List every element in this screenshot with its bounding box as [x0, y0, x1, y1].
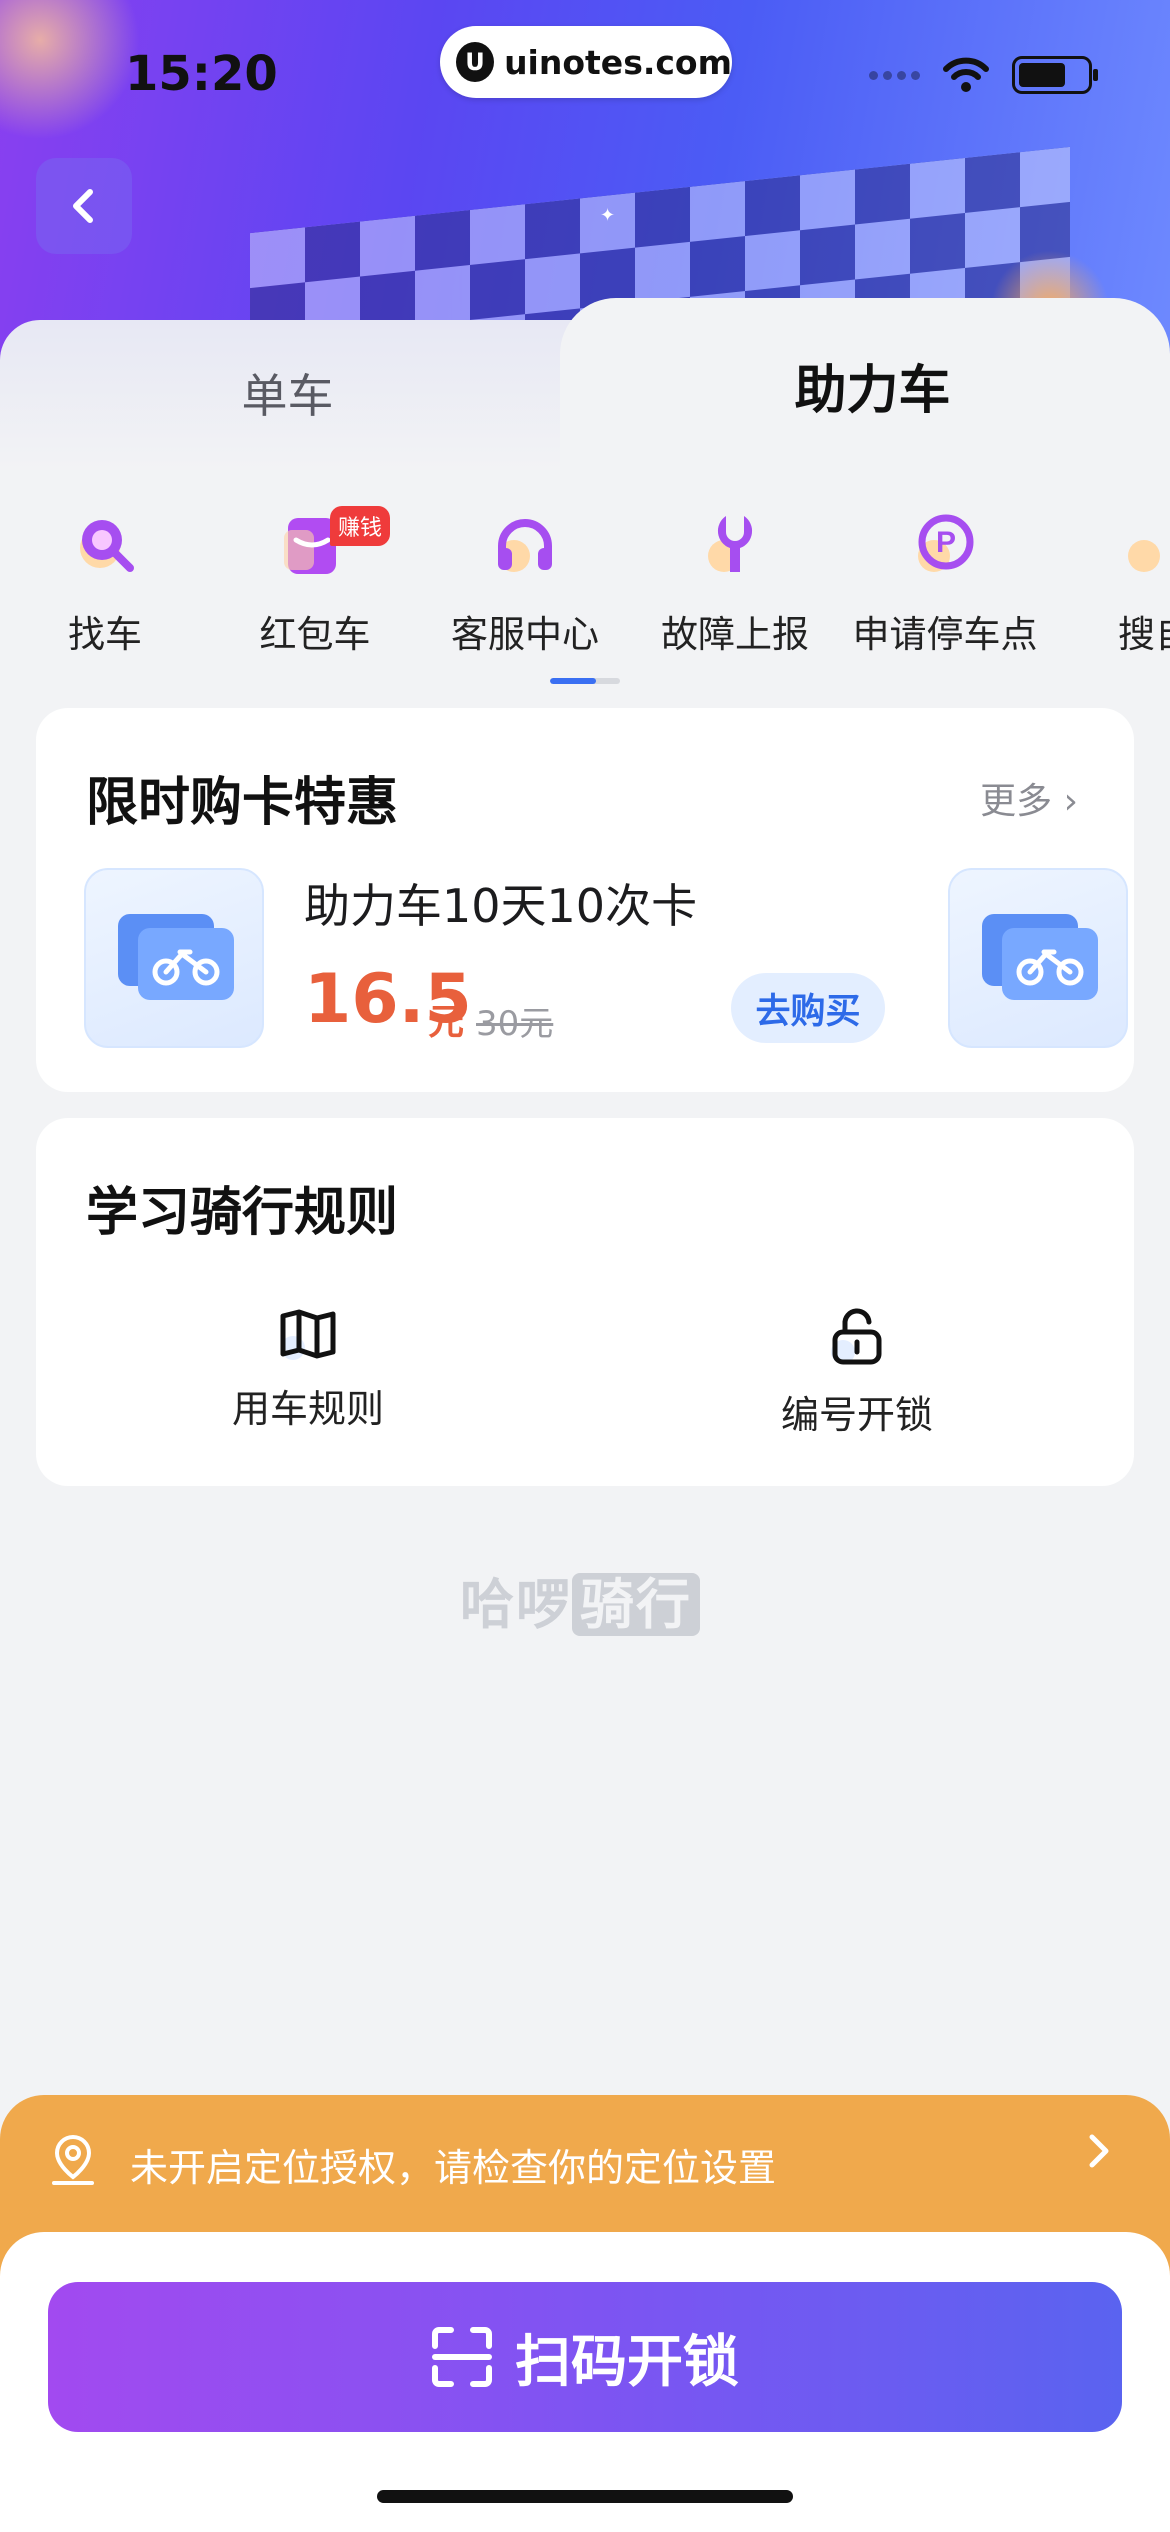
buy-button[interactable]: 去购买: [731, 973, 885, 1043]
quick-menu: 找车 赚钱 红包车 客服中心 故障上报 P 申请停车点 搜: [0, 500, 1170, 690]
map-icon: [280, 1309, 336, 1360]
bottom-sheet: 扫码开锁: [0, 2232, 1170, 2532]
price-unit: 元: [428, 1002, 465, 1043]
bike-card-icon: [138, 928, 234, 1000]
rules-card: 学习骑行规则 用车规则 编号开锁: [36, 1118, 1134, 1486]
chevron-right-icon: ›: [1063, 781, 1078, 822]
headset-icon: [490, 510, 560, 580]
earn-badge: 赚钱: [330, 506, 391, 546]
status-time: 15:20: [125, 46, 278, 102]
chevron-left-icon: [73, 189, 93, 223]
sparkle-icon: ✦: [600, 205, 616, 226]
back-button[interactable]: [36, 158, 132, 254]
rules-card-title: 学习骑行规则: [86, 1183, 399, 1243]
parking-icon: P: [910, 510, 980, 580]
next-product-image[interactable]: [948, 868, 1128, 1048]
product-name: 助力车10天10次卡: [304, 879, 698, 933]
quick-item-customer-service[interactable]: 客服中心: [420, 500, 630, 690]
page: ✦ 15:20 U uinotes.com 单车 助力车 找车 赚钱 红包车 客…: [0, 0, 1170, 2532]
more-link[interactable]: 更多 ›: [980, 772, 1078, 824]
battery-icon: [1012, 56, 1098, 94]
partial-icon: [1120, 510, 1170, 580]
original-price: 30元: [476, 1004, 554, 1044]
url-text: uinotes.com: [504, 42, 732, 82]
wifi-icon: [943, 57, 989, 92]
promo-card-title: 限时购卡特惠: [86, 773, 399, 833]
quick-item-report-fault[interactable]: 故障上报: [630, 500, 840, 690]
unlock-icon: [831, 1308, 882, 1365]
tab-ebike-label[interactable]: 助力车: [575, 348, 1170, 423]
svg-text:P: P: [936, 526, 956, 559]
scan-unlock-label: 扫码开锁: [515, 2329, 739, 2395]
url-pill[interactable]: U uinotes.com: [440, 26, 732, 98]
scan-unlock-button[interactable]: 扫码开锁: [48, 2282, 1122, 2432]
red-envelope-icon: 赚钱: [280, 506, 391, 580]
chevron-right-icon: [1084, 2131, 1112, 2182]
site-logo-icon: U: [456, 42, 495, 82]
location-pin-icon: [48, 2133, 98, 2193]
riding-rules-item[interactable]: 用车规则: [158, 1308, 458, 1433]
quick-item-red-envelope[interactable]: 赚钱 红包车: [210, 500, 420, 690]
quick-item-parking[interactable]: P 申请停车点: [840, 500, 1050, 690]
number-unlock-item[interactable]: 编号开锁: [707, 1308, 1007, 1439]
cellular-signal-icon: [869, 70, 920, 80]
bike-card-icon: [1002, 928, 1098, 1000]
scroll-indicator: [550, 678, 620, 684]
vehicle-tabs: 单车 助力车: [0, 298, 1170, 470]
product-image[interactable]: [84, 868, 264, 1048]
wrench-icon: [700, 510, 770, 580]
search-bike-icon: [70, 510, 140, 580]
location-message: 未开启定位授权，请检查你的定位设置: [130, 2146, 777, 2190]
quick-item-more[interactable]: 搜自: [1050, 500, 1170, 690]
brand-watermark: 哈啰 骑行: [460, 1560, 700, 1639]
status-indicators: [869, 56, 1098, 94]
promo-card: 限时购卡特惠 更多 › 助力车10天10次卡 16.5 元 30元 去购买: [36, 708, 1134, 1092]
home-indicator[interactable]: [377, 2490, 793, 2503]
scan-icon: [432, 2327, 492, 2387]
quick-item-find-bike[interactable]: 找车: [0, 500, 210, 690]
tab-bike-label[interactable]: 单车: [0, 360, 575, 426]
